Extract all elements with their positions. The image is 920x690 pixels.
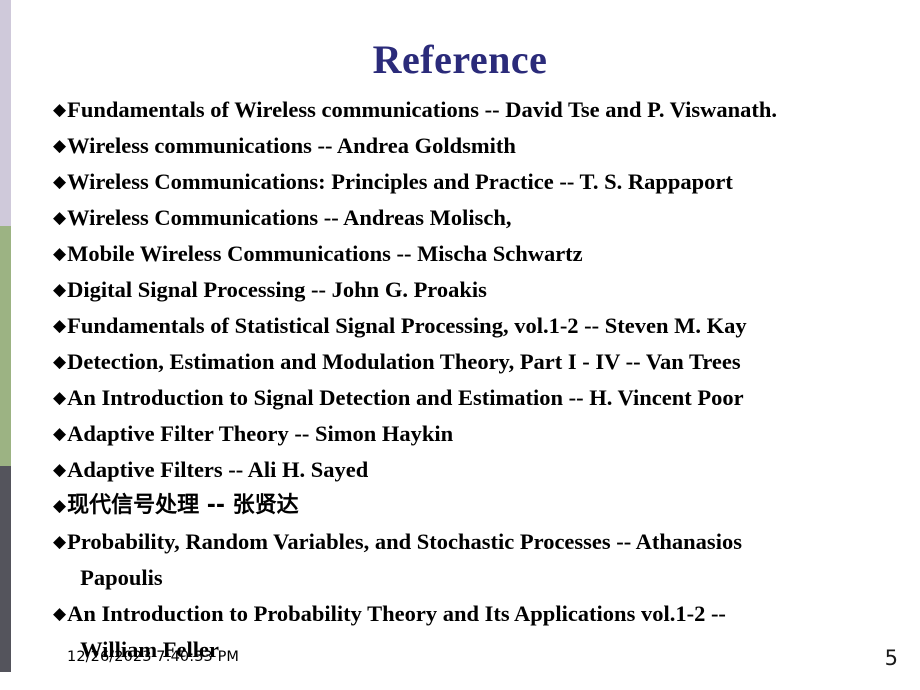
reference-line-primary: An Introduction to Probability Theory an… bbox=[67, 601, 726, 626]
diamond-bullet-icon: ◆ bbox=[53, 316, 67, 336]
reference-item-text: Fundamentals of Wireless communications … bbox=[67, 97, 777, 122]
reference-item-text: Wireless communications -- Andrea Goldsm… bbox=[67, 133, 516, 158]
reference-item: ◆ Fundamentals of Statistical Signal Proc… bbox=[53, 308, 915, 344]
reference-item-text: An Introduction to Signal Detection and … bbox=[67, 385, 744, 410]
left-decorative-stripe bbox=[0, 0, 11, 672]
reference-item: ◆ Detection, Estimation and Modulation Th… bbox=[53, 344, 915, 380]
slide-canvas: Reference ◆ Fundamentals of Wireless comm… bbox=[0, 0, 920, 690]
diamond-bullet-icon: ◆ bbox=[53, 460, 67, 480]
stripe-segment-lavender bbox=[0, 0, 11, 226]
reference-item-text: Adaptive Filters -- Ali H. Sayed bbox=[67, 457, 369, 482]
diamond-bullet-icon: ◆ bbox=[53, 172, 67, 192]
reference-list: ◆ Fundamentals of Wireless communications… bbox=[53, 92, 915, 668]
reference-item: ◆ Wireless communications -- Andrea Golds… bbox=[53, 128, 915, 164]
reference-item-text: Wireless Communications: Principles and … bbox=[67, 169, 733, 194]
diamond-bullet-icon: ◆ bbox=[53, 604, 67, 624]
diamond-bullet-icon: ◆ bbox=[53, 100, 67, 120]
reference-item-text: Mobile Wireless Communications -- Mischa… bbox=[67, 241, 583, 266]
slide-title: Reference bbox=[372, 37, 548, 82]
reference-item-text: 现代信号处理 -- 张贤达 bbox=[67, 493, 299, 518]
diamond-bullet-icon: ◆ bbox=[53, 244, 67, 264]
reference-line-continuation: Papoulis bbox=[80, 565, 163, 590]
reference-item-text: Adaptive Filter Theory -- Simon Haykin bbox=[67, 421, 454, 446]
stripe-segment-gray bbox=[0, 466, 11, 672]
reference-item: ◆ Adaptive Filter Theory -- Simon Haykin bbox=[53, 416, 915, 452]
reference-item-text: Fundamentals of Statistical Signal Proce… bbox=[67, 313, 747, 338]
diamond-bullet-icon: ◆ bbox=[53, 424, 67, 444]
footer-page-number: 5 bbox=[884, 646, 898, 670]
reference-item: ◆ Fundamentals of Wireless communications… bbox=[53, 92, 915, 128]
reference-item: ◆ Digital Signal Processing -- John G. Pr… bbox=[53, 272, 915, 308]
reference-item: ◆ Adaptive Filters -- Ali H. Sayed bbox=[53, 452, 915, 488]
diamond-bullet-icon: ◆ bbox=[53, 496, 67, 516]
footer-timestamp: 12/26/2023 7:40:33 PM bbox=[67, 649, 240, 665]
diamond-bullet-icon: ◆ bbox=[53, 208, 67, 228]
diamond-bullet-icon: ◆ bbox=[53, 532, 67, 552]
diamond-bullet-icon: ◆ bbox=[53, 352, 67, 372]
reference-item: ◆ Probability, Random Variables, and Stoc… bbox=[53, 524, 915, 596]
diamond-bullet-icon: ◆ bbox=[53, 136, 67, 156]
diamond-bullet-icon: ◆ bbox=[53, 280, 67, 300]
reference-item-text: Wireless Communications -- Andreas Molis… bbox=[67, 205, 512, 230]
reference-item-text: Digital Signal Processing -- John G. Pro… bbox=[67, 277, 487, 302]
reference-item-text: Probability, Random Variables, and Stoch… bbox=[67, 524, 915, 596]
reference-item: ◆ Mobile Wireless Communications -- Misch… bbox=[53, 236, 915, 272]
reference-item: ◆ 现代信号处理 -- 张贤达 bbox=[53, 488, 915, 524]
reference-line-primary: Probability, Random Variables, and Stoch… bbox=[67, 529, 742, 554]
reference-item-text: Detection, Estimation and Modulation The… bbox=[67, 349, 741, 374]
reference-item: ◆ An Introduction to Signal Detection and… bbox=[53, 380, 915, 416]
reference-item: ◆ Wireless Communications -- Andreas Moli… bbox=[53, 200, 915, 236]
reference-item: ◆ Wireless Communications: Principles and… bbox=[53, 164, 915, 200]
diamond-bullet-icon: ◆ bbox=[53, 388, 67, 408]
stripe-segment-green bbox=[0, 226, 11, 466]
